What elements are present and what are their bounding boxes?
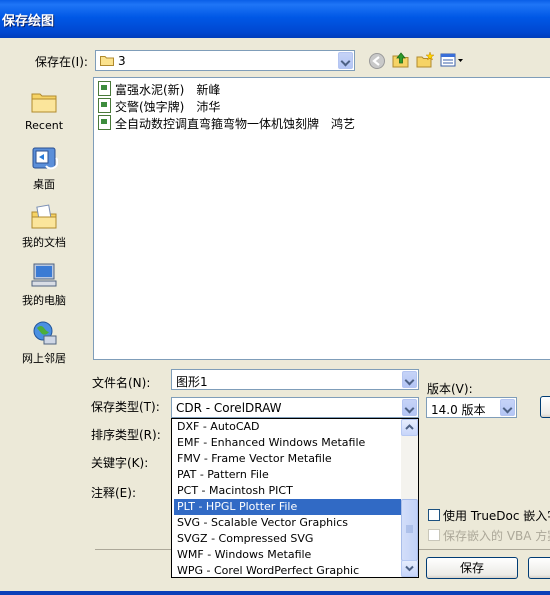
keywords-label: 关键字(K): <box>91 456 149 470</box>
place-label: 我的电脑 <box>22 294 66 307</box>
filename-input[interactable]: 图形1 <box>171 369 419 390</box>
scroll-down-button[interactable] <box>401 560 418 577</box>
places-bar: Recent 桌面 我的文档 我的电脑 网上邻居 <box>0 76 88 366</box>
back-icon[interactable] <box>368 52 386 70</box>
version-value: 14.0 版本 <box>431 403 486 417</box>
place-my-documents[interactable]: 我的文档 <box>0 204 88 250</box>
up-folder-icon[interactable] <box>392 51 410 69</box>
filetype-label: 保存类型(T): <box>91 400 160 414</box>
cdr-file-icon <box>98 115 111 130</box>
filetype-options-list[interactable]: DXF - AutoCAD EMF - Enhanced Windows Met… <box>171 418 419 578</box>
save-button-label: 保存 <box>459 561 484 575</box>
file-name: 交警(蚀字牌) 沛华 <box>115 100 221 114</box>
place-my-computer[interactable]: 我的电脑 <box>0 262 88 308</box>
truedoc-checkbox[interactable] <box>428 509 440 521</box>
filetype-value: CDR - CorelDRAW <box>176 401 282 415</box>
title-bar[interactable]: 保存绘图 <box>0 0 550 38</box>
filename-label: 文件名(N): <box>92 376 151 390</box>
new-folder-icon[interactable] <box>416 51 434 69</box>
filetype-dropdown[interactable]: CDR - CorelDRAW <box>171 397 419 418</box>
recent-folder-icon <box>31 93 57 113</box>
filetype-option[interactable]: WMF - Windows Metafile <box>174 547 405 563</box>
place-label: Recent <box>24 119 64 132</box>
place-label: 网上邻居 <box>22 352 66 365</box>
truedoc-label: 使用 TrueDoc 嵌入字体 <box>443 509 550 523</box>
filename-value: 图形1 <box>176 375 208 389</box>
chevron-down-icon <box>405 565 414 572</box>
file-name: 全自动数控调直弯箍弯物一体机蚀刻牌 鸿艺 <box>115 117 356 131</box>
cdr-file-icon <box>98 98 111 113</box>
version-label: 版本(V): <box>427 382 473 396</box>
chevron-down-icon[interactable] <box>402 399 417 416</box>
folder-icon <box>100 56 114 66</box>
scroll-thumb[interactable] <box>401 499 418 561</box>
filetype-option-selected[interactable]: PLT - HPGL Plotter File <box>174 499 405 515</box>
save-button[interactable]: 保存 <box>426 557 518 579</box>
cancel-button[interactable] <box>528 557 550 579</box>
network-places-icon <box>33 321 57 345</box>
filetype-option[interactable]: EMF - Enhanced Windows Metafile <box>174 435 405 451</box>
place-recent[interactable]: Recent <box>0 88 88 132</box>
filetype-option[interactable]: DXF - AutoCAD <box>174 419 405 435</box>
vba-label: 保存嵌入的 VBA 方案 <box>443 529 550 543</box>
save-in-label: 保存在(I): <box>35 55 88 69</box>
vba-checkbox[interactable] <box>428 529 440 541</box>
place-desktop[interactable]: 桌面 <box>0 146 88 192</box>
chevron-down-icon[interactable] <box>402 371 417 388</box>
filetype-option[interactable]: SVG - Scalable Vector Graphics <box>174 515 405 531</box>
my-computer-icon <box>31 263 57 287</box>
window-title: 保存绘图 <box>2 14 55 29</box>
grip-icon <box>406 525 413 533</box>
chevron-down-icon[interactable] <box>500 399 515 416</box>
place-label: 我的文档 <box>22 236 66 249</box>
scroll-up-button[interactable] <box>401 419 418 436</box>
version-dropdown[interactable]: 14.0 版本 <box>426 397 517 418</box>
filetype-option[interactable]: PCT - Macintosh PICT <box>174 483 405 499</box>
filetype-option[interactable]: SVGZ - Compressed SVG <box>174 531 405 547</box>
filetype-option[interactable]: FMV - Frame Vector Metafile <box>174 451 405 467</box>
save-in-value: 3 <box>118 54 126 68</box>
file-name: 富强水泥(新) 新峰 <box>115 83 221 97</box>
chevron-up-icon <box>405 424 414 430</box>
filetype-option[interactable]: WPG - Corel WordPerfect Graphic <box>174 563 405 577</box>
view-menu-icon[interactable] <box>440 52 464 70</box>
advanced-button[interactable] <box>540 396 550 418</box>
list-item[interactable]: 交警(蚀字牌) 沛华 <box>98 98 220 114</box>
file-list[interactable]: 富强水泥(新) 新峰 交警(蚀字牌) 沛华 全自动数控调直弯箍弯物一体机蚀刻牌 … <box>93 77 550 360</box>
listbox-scrollbar[interactable] <box>401 419 418 577</box>
place-network[interactable]: 网上邻居 <box>0 320 88 366</box>
list-item[interactable]: 富强水泥(新) 新峰 <box>98 81 220 97</box>
chevron-down-icon[interactable] <box>338 52 353 69</box>
my-documents-icon <box>31 204 57 229</box>
save-in-dropdown[interactable]: 3 <box>95 50 355 71</box>
notes-label: 注释(E): <box>91 486 136 500</box>
window-frame-bottom <box>0 591 550 595</box>
list-item[interactable]: 全自动数控调直弯箍弯物一体机蚀刻牌 鸿艺 <box>98 115 355 131</box>
sort-label: 排序类型(R): <box>91 428 161 442</box>
place-label: 桌面 <box>33 178 55 191</box>
filetype-option[interactable]: PAT - Pattern File <box>174 467 405 483</box>
cdr-file-icon <box>98 81 111 96</box>
desktop-icon <box>32 147 58 170</box>
